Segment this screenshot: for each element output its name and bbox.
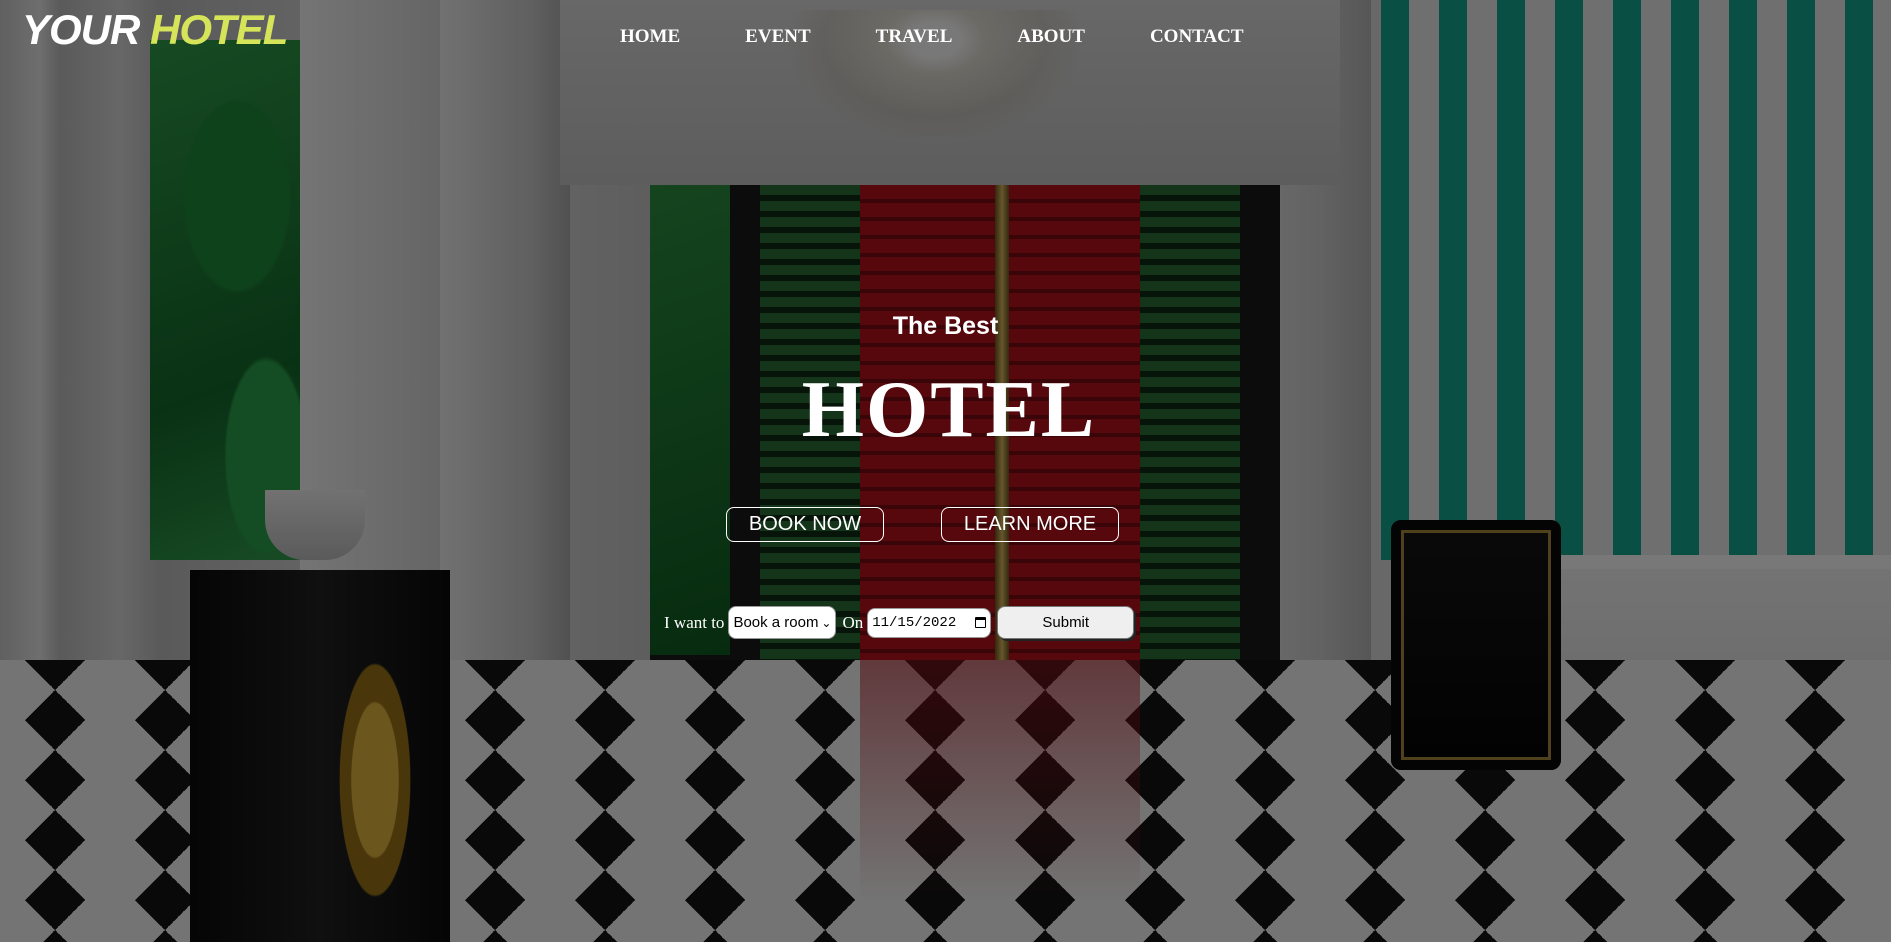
calendar-icon[interactable] xyxy=(975,617,987,628)
booking-type-select[interactable]: Book a room ⌄ xyxy=(728,606,837,639)
nav-home[interactable]: HOME xyxy=(620,26,680,48)
nav-contact[interactable]: CONTACT xyxy=(1150,26,1244,48)
nav-event[interactable]: EVENT xyxy=(745,26,810,48)
i-want-to-label: I want to xyxy=(664,612,725,632)
main-nav: HOME EVENT TRAVEL ABOUT CONTACT xyxy=(620,26,1244,48)
hero-background-image xyxy=(0,0,1891,942)
nav-about[interactable]: ABOUT xyxy=(1017,26,1085,48)
logo-word-hotel: HOTEL xyxy=(150,6,288,53)
logo-word-your: YOUR xyxy=(22,6,140,53)
book-now-button[interactable]: BOOK NOW xyxy=(726,507,884,542)
hero-title: HOTEL xyxy=(801,366,1097,454)
learn-more-button[interactable]: LEARN MORE xyxy=(941,507,1119,542)
booking-form: I want to Book a room ⌄ On 11/15/2022 Su… xyxy=(664,606,1135,639)
nav-travel[interactable]: TRAVEL xyxy=(876,26,953,48)
date-input[interactable]: 11/15/2022 xyxy=(867,607,992,638)
dark-overlay xyxy=(0,0,1891,942)
date-value: 11/15/2022 xyxy=(872,614,957,631)
chevron-down-icon: ⌄ xyxy=(821,615,832,630)
hero-subtitle: The Best xyxy=(892,312,999,340)
site-logo[interactable]: YOUR HOTEL xyxy=(22,6,288,54)
booking-type-value: Book a room xyxy=(733,614,819,631)
on-label: On xyxy=(842,612,864,632)
submit-button[interactable]: Submit xyxy=(997,606,1135,639)
